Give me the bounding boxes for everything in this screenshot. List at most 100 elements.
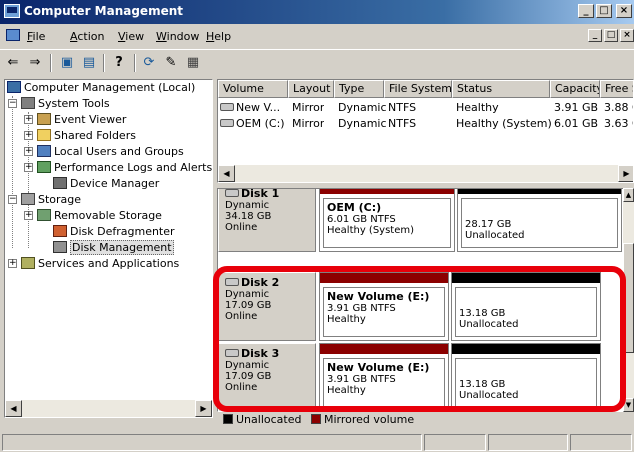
properties-icon[interactable]: ▦ [184, 54, 202, 72]
volume-icon [220, 119, 234, 127]
expand-performance-logs-icon[interactable]: + [24, 163, 33, 172]
removable-storage-icon [37, 209, 51, 221]
expand-removable-storage-icon[interactable]: + [24, 211, 33, 220]
scroll-down-icon[interactable]: ▼ [623, 398, 634, 412]
volume-list[interactable]: Volume Layout Type File System Status Ca… [217, 79, 634, 183]
partition-block[interactable]: 13.18 GB Unallocated [451, 272, 601, 341]
disk-graphical-view[interactable]: Disk 1 Dynamic 34.18 GB Online OEM (C:) … [217, 188, 634, 412]
legend-unallocated-label: Unallocated [236, 413, 302, 426]
partition-block[interactable]: 28.17 GB Unallocated [457, 189, 622, 252]
column-header-capacity[interactable]: Capacity [550, 80, 600, 98]
column-header-status[interactable]: Status [452, 80, 550, 98]
forward-arrow-icon[interactable]: ⇒ [26, 54, 44, 72]
defrag-icon [53, 225, 67, 237]
up-one-level-icon[interactable]: ▣ [58, 54, 76, 72]
partition-block[interactable]: OEM (C:) 6.01 GB NTFS Healthy (System) [319, 189, 455, 252]
back-arrow-icon[interactable]: ⇐ [4, 54, 22, 72]
partition-block[interactable]: New Volume (E:) 3.91 GB NTFS Healthy [319, 343, 449, 411]
mdi-restore-button[interactable]: □ [604, 29, 618, 42]
partition-details: 28.17 GB Unallocated [461, 198, 618, 248]
type-cell: Dynamic [338, 101, 387, 114]
mmc-document-icon[interactable] [6, 29, 20, 41]
tree-item-local-users-groups[interactable]: Local Users and Groups [37, 144, 184, 160]
mdi-close-button[interactable]: × [620, 29, 634, 42]
legend: Unallocated Mirrored volume [217, 412, 634, 428]
expand-services-icon[interactable]: + [8, 259, 17, 268]
minimize-button[interactable]: _ [578, 4, 594, 18]
column-header-type[interactable]: Type [334, 80, 384, 98]
console-tree[interactable]: Computer Management (Local) − System Too… [4, 79, 213, 418]
expand-event-viewer-icon[interactable]: + [24, 115, 33, 124]
export-list-icon[interactable]: ✎ [162, 54, 180, 72]
maximize-button[interactable]: □ [596, 4, 612, 18]
menu-file[interactable]: File [27, 30, 45, 43]
scroll-left-icon[interactable]: ◀ [218, 165, 235, 182]
tree-item-removable-storage[interactable]: Removable Storage [37, 208, 162, 224]
disk-icon [225, 278, 239, 286]
column-header-file-system[interactable]: File System [384, 80, 452, 98]
disk-pane-vertical-scrollbar[interactable]: ▲ ▼ [623, 188, 634, 412]
mirrored-volume-bar [320, 189, 454, 194]
disk-type: Dynamic [225, 200, 270, 211]
volume-icon [220, 103, 234, 111]
partition-block[interactable]: 13.18 GB Unallocated [451, 343, 601, 411]
partition-size: 6.01 GB NTFS [327, 214, 396, 225]
title-bar[interactable]: Computer Management _ □ × [0, 0, 634, 24]
tree-item-device-manager[interactable]: Device Manager [53, 176, 159, 192]
partition-status: Healthy (System) [327, 225, 415, 236]
scroll-thumb[interactable] [623, 243, 634, 353]
column-header-volume[interactable]: Volume [218, 80, 288, 98]
menu-view[interactable]: View [118, 30, 144, 43]
volume-list-horizontal-scrollbar[interactable]: ◀ ▶ [218, 165, 633, 182]
scroll-left-icon[interactable]: ◀ [5, 400, 22, 417]
disk-row[interactable]: Disk 2 Dynamic 17.09 GB Online New Volum… [218, 272, 623, 341]
disk-name: Disk 2 [225, 277, 315, 288]
tree-item-system-tools[interactable]: System Tools [21, 96, 110, 112]
collapse-storage-icon[interactable]: − [8, 195, 17, 204]
expand-local-users-icon[interactable]: + [24, 147, 33, 156]
close-button[interactable]: × [616, 4, 632, 18]
collapse-system-tools-icon[interactable]: − [8, 99, 17, 108]
users-icon [37, 145, 51, 157]
partition-size: 13.18 GB [459, 308, 506, 319]
menu-help[interactable]: Help [206, 30, 231, 43]
window-title: Computer Management [24, 4, 183, 18]
menu-action[interactable]: Action [70, 30, 104, 43]
disk-size: 17.09 GB [225, 300, 272, 311]
column-header-free-space[interactable]: Free S [600, 80, 633, 98]
unallocated-bar [452, 344, 600, 354]
show-hide-tree-icon[interactable]: ▤ [80, 54, 98, 72]
tree-item-shared-folders[interactable]: Shared Folders [37, 128, 136, 144]
help-icon[interactable]: ? [110, 54, 128, 72]
refresh-icon[interactable]: ⟳ [140, 54, 158, 72]
file-system-cell: NTFS [388, 101, 417, 114]
mirrored-volume-swatch [310, 414, 321, 424]
scroll-right-icon[interactable]: ▶ [195, 400, 212, 417]
scroll-right-icon[interactable]: ▶ [618, 165, 633, 182]
tree-item-performance-logs[interactable]: Performance Logs and Alerts [37, 160, 212, 176]
disk-row[interactable]: Disk 1 Dynamic 34.18 GB Online OEM (C:) … [218, 189, 623, 252]
layout-cell: Mirror [292, 101, 325, 114]
disk-info[interactable]: Disk 2 Dynamic 17.09 GB Online [218, 272, 316, 341]
tree-item-services-applications[interactable]: Services and Applications [21, 256, 179, 272]
scroll-up-icon[interactable]: ▲ [623, 188, 634, 202]
event-viewer-icon [37, 113, 51, 125]
disk-info[interactable]: Disk 1 Dynamic 34.18 GB Online [218, 189, 316, 252]
partition-block[interactable]: New Volume (E:) 3.91 GB NTFS Healthy [319, 272, 449, 341]
tree-item-disk-management[interactable]: Disk Management [53, 240, 174, 256]
tree-item-event-viewer[interactable]: Event Viewer [37, 112, 126, 128]
disk-info[interactable]: Disk 3 Dynamic 17.09 GB Online [218, 343, 316, 411]
tree-item-computer-management[interactable]: Computer Management (Local) [7, 80, 195, 96]
tree-horizontal-scrollbar[interactable]: ◀ ▶ [5, 400, 212, 417]
tree-item-storage[interactable]: Storage [21, 192, 81, 208]
computer-management-window: Computer Management _ □ × File Action Vi… [0, 0, 634, 452]
free-space-cell: 3.88 G [604, 101, 633, 114]
column-header-layout[interactable]: Layout [288, 80, 334, 98]
mdi-minimize-button[interactable]: _ [588, 29, 602, 42]
tree-item-disk-defragmenter[interactable]: Disk Defragmenter [53, 224, 175, 240]
expand-shared-folders-icon[interactable]: + [24, 131, 33, 140]
partition-status: Healthy [327, 314, 366, 325]
disk-row[interactable]: Disk 3 Dynamic 17.09 GB Online New Volum… [218, 343, 623, 411]
status-cell: Healthy [456, 101, 499, 114]
menu-window[interactable]: Window [156, 30, 199, 43]
